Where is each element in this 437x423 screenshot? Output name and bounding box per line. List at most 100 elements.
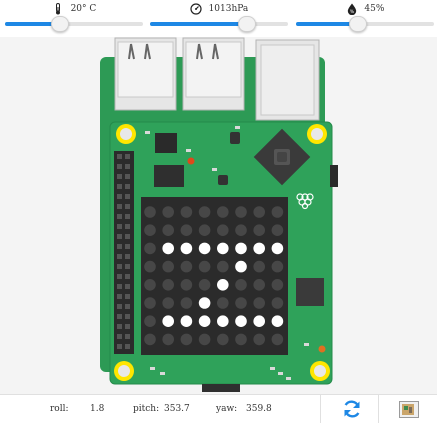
led-r2-c2[interactable] <box>180 242 193 255</box>
pressure-slider[interactable] <box>150 16 288 32</box>
led-r0-c0[interactable] <box>144 206 156 218</box>
chip-middle <box>154 165 184 187</box>
led-r1-c1[interactable] <box>162 224 174 236</box>
led-r6-c1[interactable] <box>162 315 174 328</box>
gauge-icon <box>190 3 202 15</box>
led-r3-c5[interactable] <box>235 260 247 273</box>
led-r0-c1[interactable] <box>162 206 174 218</box>
led-r6-c6[interactable] <box>253 315 265 328</box>
gpio-pin <box>117 224 122 229</box>
gpio-pin <box>117 314 122 319</box>
led-r2-c7[interactable] <box>271 242 284 255</box>
led-r5-c2[interactable] <box>180 297 193 309</box>
led-r0-c6[interactable] <box>253 206 265 218</box>
board-thumbnail-icon[interactable] <box>399 401 419 418</box>
led-r1-c6[interactable] <box>253 224 265 236</box>
led-r1-c5[interactable] <box>235 224 247 236</box>
led-r2-c4[interactable] <box>217 242 229 255</box>
led-r3-c0[interactable] <box>144 260 156 273</box>
led-r4-c1[interactable] <box>162 279 174 291</box>
temperature-slider[interactable] <box>5 16 143 32</box>
led-r4-c3[interactable] <box>198 279 211 291</box>
led-r6-c2[interactable] <box>180 315 193 328</box>
led-matrix <box>141 197 288 355</box>
led-r4-c4[interactable] <box>217 279 229 291</box>
gpio-pin <box>125 234 130 239</box>
gpio-pin <box>125 154 130 159</box>
led-r3-c4[interactable] <box>217 260 229 273</box>
led-r3-c2[interactable] <box>180 260 193 273</box>
led-r6-c7[interactable] <box>271 315 284 328</box>
led-r1-c0[interactable] <box>144 224 156 236</box>
led-r4-c0[interactable] <box>144 279 156 291</box>
sensor-chip-2 <box>230 132 240 144</box>
humidity-slider[interactable] <box>296 16 434 32</box>
gpio-header <box>114 151 134 354</box>
gpio-pin <box>117 194 122 199</box>
led-r3-c1[interactable] <box>162 260 174 273</box>
led-r0-c4[interactable] <box>217 206 229 218</box>
status-led <box>187 157 195 165</box>
led-r7-c4[interactable] <box>217 333 229 346</box>
led-r0-c2[interactable] <box>180 206 193 218</box>
led-r7-c7[interactable] <box>271 333 284 346</box>
led-r1-c3[interactable] <box>198 224 211 236</box>
led-r4-c6[interactable] <box>253 279 265 291</box>
led-r0-c5[interactable] <box>235 206 247 218</box>
led-r2-c6[interactable] <box>253 242 265 255</box>
led-r5-c4[interactable] <box>217 297 229 309</box>
led-r3-c3[interactable] <box>198 260 211 273</box>
svg-text:%: % <box>349 9 354 15</box>
pressure-slider-handle[interactable] <box>237 16 256 32</box>
led-r7-c3[interactable] <box>198 333 211 346</box>
led-r6-c3[interactable] <box>198 315 211 328</box>
gpio-pin <box>125 224 130 229</box>
led-r1-c2[interactable] <box>180 224 193 236</box>
gpio-pin <box>117 324 122 329</box>
gpio-pin <box>125 184 130 189</box>
yaw-value: 359.8 <box>246 404 272 414</box>
sense-hat-board[interactable] <box>0 37 437 394</box>
led-r6-c4[interactable] <box>217 315 229 328</box>
led-r7-c5[interactable] <box>235 333 247 346</box>
chip-top <box>155 133 177 153</box>
pitch-value: 353.7 <box>164 404 190 414</box>
led-r0-c3[interactable] <box>198 206 211 218</box>
yaw-label: yaw: <box>216 404 238 414</box>
gpio-pin <box>117 154 122 159</box>
led-r2-c3[interactable] <box>198 242 211 255</box>
led-r6-c5[interactable] <box>235 315 247 328</box>
led-r7-c6[interactable] <box>253 333 265 346</box>
led-r7-c1[interactable] <box>162 333 174 346</box>
led-r4-c7[interactable] <box>271 279 284 291</box>
thermometer-icon <box>55 3 60 15</box>
led-r5-c6[interactable] <box>253 297 265 309</box>
led-r4-c5[interactable] <box>235 279 247 291</box>
humidity-value: 45% <box>364 4 385 14</box>
led-r1-c4[interactable] <box>217 224 229 236</box>
led-r3-c6[interactable] <box>253 260 265 273</box>
refresh-icon[interactable] <box>342 399 362 419</box>
led-r5-c5[interactable] <box>235 297 247 309</box>
led-r5-c0[interactable] <box>144 297 156 309</box>
led-r2-c1[interactable] <box>162 242 174 255</box>
led-r5-c3[interactable] <box>198 297 211 309</box>
gpio-pin <box>117 164 122 169</box>
led-r7-c0[interactable] <box>144 333 156 346</box>
orientation-bar: roll: 1.8 pitch: 353.7 yaw: 359.8 <box>0 394 437 423</box>
gpio-pin <box>117 234 122 239</box>
led-r0-c7[interactable] <box>271 206 284 218</box>
humidity-control: % 45% <box>296 0 434 37</box>
led-r1-c7[interactable] <box>271 224 284 236</box>
led-r2-c5[interactable] <box>235 242 247 255</box>
led-r4-c2[interactable] <box>180 279 193 291</box>
led-r6-c0[interactable] <box>144 315 156 328</box>
led-r2-c0[interactable] <box>144 242 156 255</box>
led-r5-c1[interactable] <box>162 297 174 309</box>
led-r7-c2[interactable] <box>180 333 193 346</box>
humidity-slider-handle[interactable] <box>349 16 368 32</box>
gpio-pin <box>125 204 130 209</box>
led-r5-c7[interactable] <box>271 297 284 309</box>
led-r3-c7[interactable] <box>271 260 284 273</box>
temperature-slider-handle[interactable] <box>51 16 70 32</box>
